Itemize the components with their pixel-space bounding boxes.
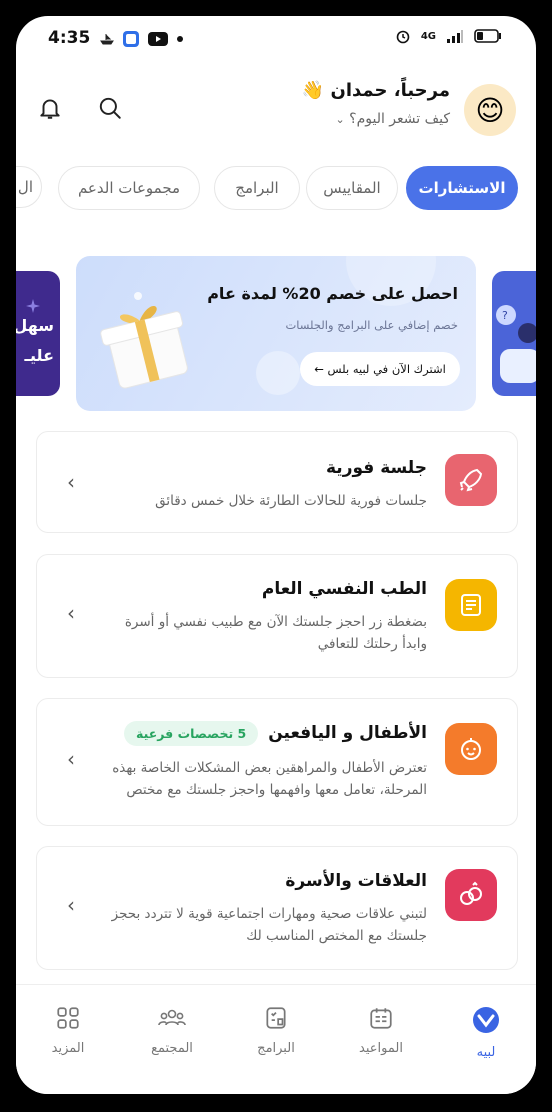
youtube-icon — [148, 32, 168, 46]
category-tabs: الاستشارات المقاييس البرامج مجموعات الدع… — [16, 166, 536, 210]
signal-icon — [447, 30, 463, 43]
banner-cta-button[interactable]: اشترك الآن في لبيه بلس ← — [300, 352, 460, 386]
greeting-title: مرحباً، حمدان 👋 — [301, 80, 450, 101]
rocket-icon — [445, 454, 497, 506]
avatar[interactable]: 😊 — [464, 84, 516, 136]
banner-subtitle: خصم إضافي على البرامج والجلسات — [285, 318, 458, 332]
service-icon-bg — [445, 869, 497, 921]
svg-text:?: ? — [502, 309, 508, 322]
tab-measures[interactable]: المقاييس — [306, 166, 398, 210]
phone-frame: 4:35 4G مرحباً، حمدان 👋 كيف تشعر اليوم؟ … — [0, 0, 552, 1112]
service-title: الطب النفسي العام — [261, 579, 427, 599]
chevron-down-icon: ⌄ — [335, 113, 345, 126]
service-title-row: الأطفال و اليافعين 5 تخصصات فرعية — [124, 721, 427, 746]
tab-more-clipped[interactable]: ال — [16, 166, 42, 208]
promo-banner[interactable]: احصل على خصم 20% لمدة عام خصم إضافي على … — [76, 256, 476, 411]
side-banner-right[interactable]: ? — [492, 271, 536, 396]
dot-icon — [177, 36, 183, 42]
boat-icon — [100, 34, 114, 45]
service-description: بضغطة زر احجز جلستك الآن مع طبيب نفسي أو… — [124, 614, 427, 652]
service-icon-bg — [445, 454, 497, 506]
bottom-navigation: لبيه المواعيد البرامج المجتمع المزيد — [16, 984, 536, 1094]
search-button[interactable] — [90, 88, 130, 128]
service-icon-bg — [445, 723, 497, 775]
nav-label: لبيه — [476, 1045, 496, 1060]
app-icon — [123, 31, 139, 47]
side-banner-left[interactable]: سهل عليـ — [16, 271, 60, 396]
sparkle-icon — [26, 299, 40, 313]
network-type: 4G — [420, 30, 436, 42]
grid-icon — [57, 1007, 79, 1029]
service-icon-bg — [445, 579, 497, 631]
tab-consultations[interactable]: الاستشارات — [406, 166, 518, 210]
search-icon — [99, 97, 121, 119]
service-description: جلسات فورية للحالات الطارئة خلال خمس دقا… — [155, 493, 427, 509]
tab-programs[interactable]: البرامج — [214, 166, 300, 210]
chevron-left-icon: ‹ — [67, 601, 75, 625]
subspecialties-badge: 5 تخصصات فرعية — [124, 721, 259, 746]
chevron-left-icon: ‹ — [67, 747, 75, 771]
status-system-icons: 4G — [395, 28, 502, 44]
chevron-left-icon: ‹ — [67, 893, 75, 917]
nav-label: المزيد — [51, 1041, 85, 1056]
programs-icon — [266, 1007, 286, 1029]
battery-icon — [474, 29, 501, 43]
nav-item-programs[interactable]: البرامج — [241, 1005, 311, 1056]
nav-item-community[interactable]: المجتمع — [137, 1005, 207, 1056]
service-card-general-psychiatry[interactable]: الطب النفسي العام بضغطة زر احجز جلستك ال… — [36, 554, 518, 678]
nav-label: المواعيد — [359, 1041, 403, 1056]
nav-label: المجتمع — [151, 1041, 193, 1056]
service-card-instant-session[interactable]: جلسة فورية جلسات فورية للحالات الطارئة خ… — [36, 431, 518, 533]
nav-item-appointments[interactable]: المواعيد — [346, 1005, 416, 1056]
app-screen: 4:35 4G مرحباً، حمدان 👋 كيف تشعر اليوم؟ … — [16, 16, 536, 1094]
rings-icon — [445, 869, 497, 921]
service-description: تعترض الأطفال والمراهقين بعض المشكلات ال… — [112, 760, 427, 798]
nav-label: البرامج — [257, 1041, 295, 1056]
clipboard-icon — [445, 579, 497, 631]
greeting-block: مرحباً، حمدان 👋 كيف تشعر اليوم؟ ⌄ — [302, 80, 450, 127]
chevron-left-icon: ‹ — [67, 470, 75, 494]
bell-icon — [40, 99, 60, 119]
service-card-children-youth[interactable]: الأطفال و اليافعين 5 تخصصات فرعية تعترض ا… — [36, 698, 518, 826]
side-banner-line1: سهل — [16, 316, 54, 335]
notifications-button[interactable] — [30, 88, 70, 128]
side-banner-line2: عليـ — [24, 346, 54, 365]
mood-prompt: كيف تشعر اليوم؟ — [349, 111, 450, 127]
service-title: الأطفال و اليافعين — [268, 723, 427, 743]
status-time: 4:35 — [48, 28, 91, 48]
labbeh-logo-icon — [473, 1007, 499, 1033]
banner-title: احصل على خصم 20% لمدة عام — [207, 284, 458, 303]
child-face-icon — [445, 723, 497, 775]
tab-support-groups[interactable]: مجموعات الدعم — [58, 166, 200, 210]
status-notification-icons — [100, 30, 184, 48]
decor-circle — [256, 351, 300, 395]
gift-icon — [100, 292, 188, 389]
service-card-relationships-family[interactable]: العلاقات والأسرة لتبني علاقات صحية ومهار… — [36, 846, 518, 970]
mood-selector[interactable]: كيف تشعر اليوم؟ ⌄ — [302, 111, 450, 127]
nav-item-more[interactable]: المزيد — [33, 1005, 103, 1056]
nav-item-home[interactable]: لبيه — [451, 1005, 521, 1060]
alarm-icon — [396, 30, 410, 44]
community-icon — [158, 1009, 186, 1026]
service-description: لتبني علاقات صحية ومهارات اجتماعية قوية … — [111, 906, 427, 944]
person-illustration-icon: ? — [496, 305, 536, 383]
service-title: العلاقات والأسرة — [285, 871, 427, 891]
calendar-icon — [370, 1008, 392, 1029]
service-title: جلسة فورية — [326, 458, 427, 478]
